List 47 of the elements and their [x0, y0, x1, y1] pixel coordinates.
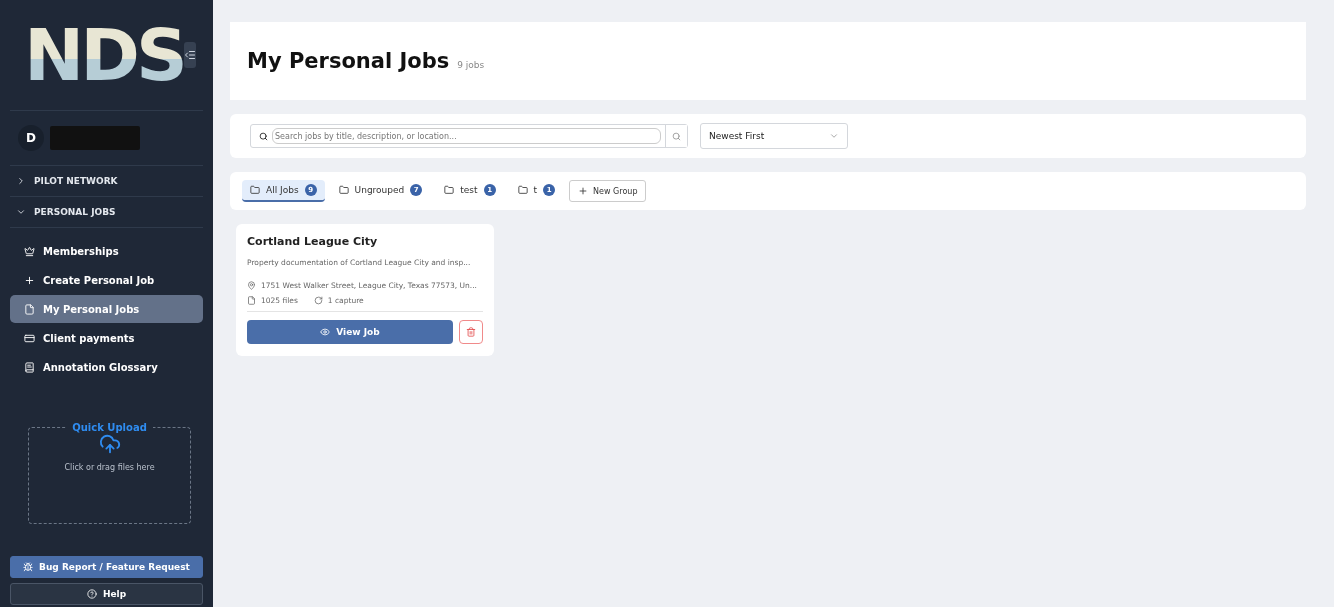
job-title: Cortland League City [247, 235, 379, 248]
chevron-down-icon [829, 131, 839, 141]
upload-dropzone[interactable]: Quick Upload Click or drag files here [28, 422, 191, 524]
search-icon [259, 131, 268, 141]
folder-icon [517, 185, 528, 195]
cloud-upload-icon [98, 433, 121, 455]
document-icon [247, 296, 256, 305]
card-icon [24, 332, 35, 344]
refresh-icon [313, 296, 323, 305]
chevron-down-icon [16, 207, 26, 217]
folder-icon [338, 185, 349, 195]
nav-item[interactable]: Client payments [10, 324, 203, 352]
search-field[interactable]: Search jobs by title, description, or location... [250, 124, 688, 148]
book-icon [24, 361, 35, 373]
search-icon [672, 131, 681, 141]
delete-button[interactable] [459, 320, 483, 344]
chevron-right-icon [16, 176, 26, 186]
location-pin-icon [247, 281, 256, 290]
plus-icon [578, 186, 589, 196]
nav-item[interactable]: My Personal Jobs [10, 295, 203, 323]
eye-icon [320, 327, 331, 337]
nav-item[interactable]: Create Personal Job [10, 266, 203, 294]
nav-section-header[interactable]: PILOT NETWORK [10, 166, 203, 197]
upload-title: Quick Upload [71, 422, 148, 433]
job-count: 9 jobs [457, 60, 485, 70]
folder-icon [444, 185, 455, 195]
nav-item[interactable]: Memberships [10, 237, 203, 265]
trash-icon [466, 327, 476, 337]
crown-icon [24, 245, 35, 257]
folder-icon [250, 185, 260, 195]
collapse-sidebar-button[interactable] [183, 42, 196, 68]
help-button[interactable]: Help [10, 583, 203, 605]
bug-report-button[interactable]: Bug Report / Feature Request [10, 556, 203, 578]
document-icon [24, 303, 35, 315]
nav-item[interactable]: Annotation Glossary [10, 353, 203, 381]
new-group-button[interactable]: New Group [569, 180, 647, 202]
sort-dropdown[interactable]: Newest First [700, 123, 848, 149]
view-job-button[interactable]: View Job [247, 320, 453, 344]
bug-icon [23, 562, 34, 572]
search-button[interactable] [665, 125, 687, 147]
upload-hint: Click or drag files here [64, 463, 155, 472]
plus-icon [24, 274, 35, 286]
page-title: My Personal Jobs [247, 49, 450, 73]
user-avatar: D [18, 125, 44, 151]
help-icon [86, 589, 97, 599]
nav-section-header[interactable]: PERSONAL JOBS [10, 197, 203, 228]
menu-icon [183, 49, 196, 61]
